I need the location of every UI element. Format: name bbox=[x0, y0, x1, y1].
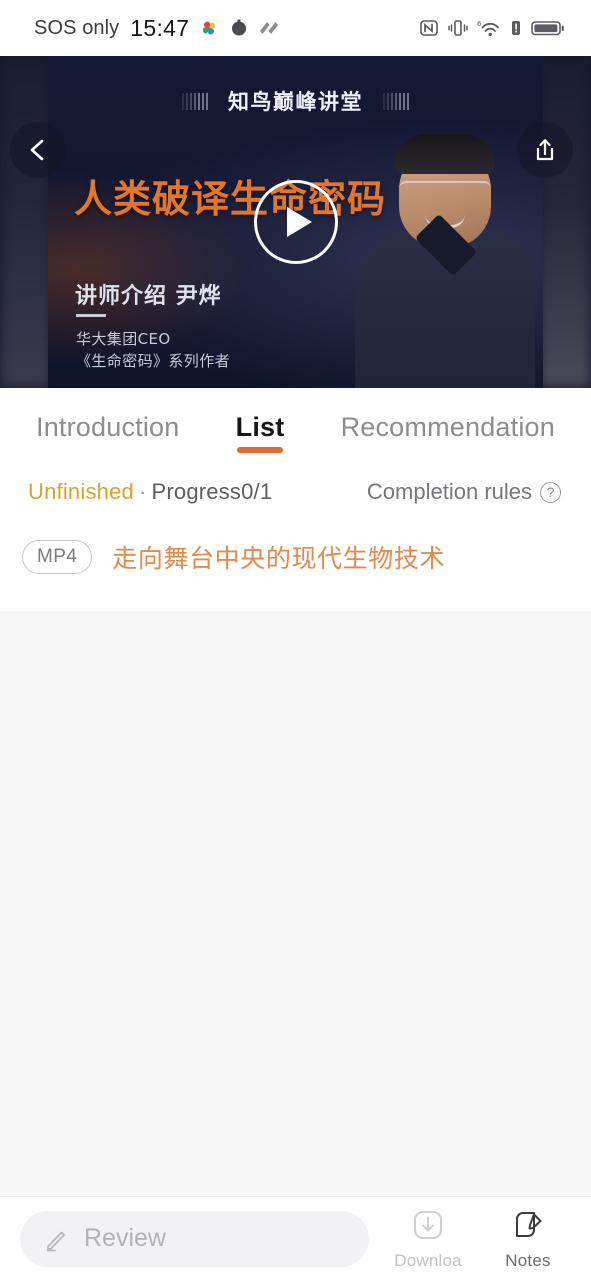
bottom-bar: Review Downloa Notes bbox=[0, 1196, 591, 1280]
nfc-icon bbox=[420, 20, 438, 36]
help-circle-icon[interactable]: ? bbox=[540, 481, 561, 503]
app-screen: SOS only 15:47 6 知鸟巅峰讲堂 人类破译生命密码 讲师介绍 尹烨… bbox=[0, 0, 591, 1280]
list-item[interactable]: MP4 走向舞台中央的现代生物技术 bbox=[0, 505, 591, 609]
download-icon bbox=[414, 1211, 442, 1239]
completion-rules-label: Completion rules bbox=[366, 479, 532, 504]
battery-icon bbox=[531, 21, 564, 36]
review-placeholder: Review bbox=[84, 1224, 166, 1252]
notes-label: Notes bbox=[505, 1251, 551, 1270]
download-label: Downloa bbox=[394, 1251, 462, 1270]
tab-list-label: List bbox=[235, 412, 285, 442]
status-badge: Unfinished bbox=[28, 479, 134, 504]
empty-area bbox=[0, 611, 591, 1196]
status-bar-left: SOS only 15:47 bbox=[34, 15, 280, 42]
notes-button[interactable]: Notes bbox=[487, 1206, 569, 1271]
progress-count: Progress0/1 bbox=[151, 479, 273, 504]
share-icon bbox=[536, 139, 554, 161]
video-banner[interactable]: 知鸟巅峰讲堂 人类破译生命密码 讲师介绍 尹烨 华大集团CEO 《生命密码》系列… bbox=[0, 56, 591, 388]
carrier-label: SOS only bbox=[34, 16, 120, 39]
banner-divider bbox=[76, 314, 106, 317]
format-badge: MP4 bbox=[22, 540, 93, 574]
decor-bars-right bbox=[383, 92, 409, 110]
tab-recommendation-label: Recommendation bbox=[340, 412, 555, 442]
vibrate-icon bbox=[448, 20, 468, 36]
banner-header: 知鸟巅峰讲堂 bbox=[48, 86, 543, 116]
app-icon bbox=[232, 19, 247, 36]
banner-speaker-line: 讲师介绍 尹烨 bbox=[75, 284, 222, 309]
banner-blur-left bbox=[0, 56, 52, 388]
status-bar: SOS only 15:47 6 bbox=[0, 0, 591, 56]
tab-introduction-label: Introduction bbox=[36, 412, 180, 442]
chevron-left-icon bbox=[30, 139, 44, 161]
play-button[interactable] bbox=[253, 180, 338, 264]
tab-recommendation-underline bbox=[425, 447, 471, 453]
tab-recommendation[interactable]: Recommendation bbox=[341, 412, 555, 461]
speaker-books: 《生命密码》系列作者 bbox=[76, 352, 231, 370]
waves-icon bbox=[260, 22, 279, 34]
tab-bar: Introduction List Recommendation bbox=[0, 388, 591, 461]
progress-row: Unfinished · Progress0/1 Completion rules … bbox=[0, 461, 591, 505]
tab-list-underline bbox=[237, 447, 284, 453]
status-bar-right: 6 bbox=[419, 18, 565, 38]
speaker-portrait bbox=[337, 128, 543, 388]
lesson-title: 走向舞台中央的现代生物技术 bbox=[112, 544, 446, 573]
svg-text:6: 6 bbox=[477, 20, 482, 28]
pencil-icon bbox=[46, 1231, 65, 1251]
tab-introduction[interactable]: Introduction bbox=[36, 412, 180, 461]
wifi6-icon: 6 bbox=[477, 20, 499, 37]
tab-introduction-underline bbox=[85, 447, 131, 453]
share-button[interactable] bbox=[517, 122, 573, 178]
tab-list[interactable]: List bbox=[236, 412, 285, 461]
progress-separator: · bbox=[138, 479, 147, 504]
banner-header-title: 知鸟巅峰讲堂 bbox=[228, 90, 363, 114]
pinwheel-icon bbox=[203, 21, 216, 35]
notes-icon bbox=[516, 1212, 542, 1237]
review-input[interactable]: Review bbox=[20, 1210, 369, 1267]
signal-alert-icon bbox=[512, 21, 520, 35]
banner-speaker-details: 华大集团CEO 《生命密码》系列作者 bbox=[76, 328, 230, 372]
content-card: Introduction List Recommendation Unfinis… bbox=[0, 388, 591, 611]
download-button[interactable]: Downloa bbox=[387, 1206, 469, 1271]
progress-summary: Unfinished · Progress0/1 bbox=[28, 479, 272, 505]
clock-label: 15:47 bbox=[130, 14, 190, 41]
banner-blur-right bbox=[539, 56, 591, 388]
decor-bars-left bbox=[182, 92, 208, 110]
back-button[interactable] bbox=[10, 122, 66, 178]
completion-rules-button[interactable]: Completion rules ? bbox=[367, 479, 561, 505]
speaker-role: 华大集团CEO bbox=[76, 330, 171, 348]
play-icon bbox=[286, 207, 312, 237]
